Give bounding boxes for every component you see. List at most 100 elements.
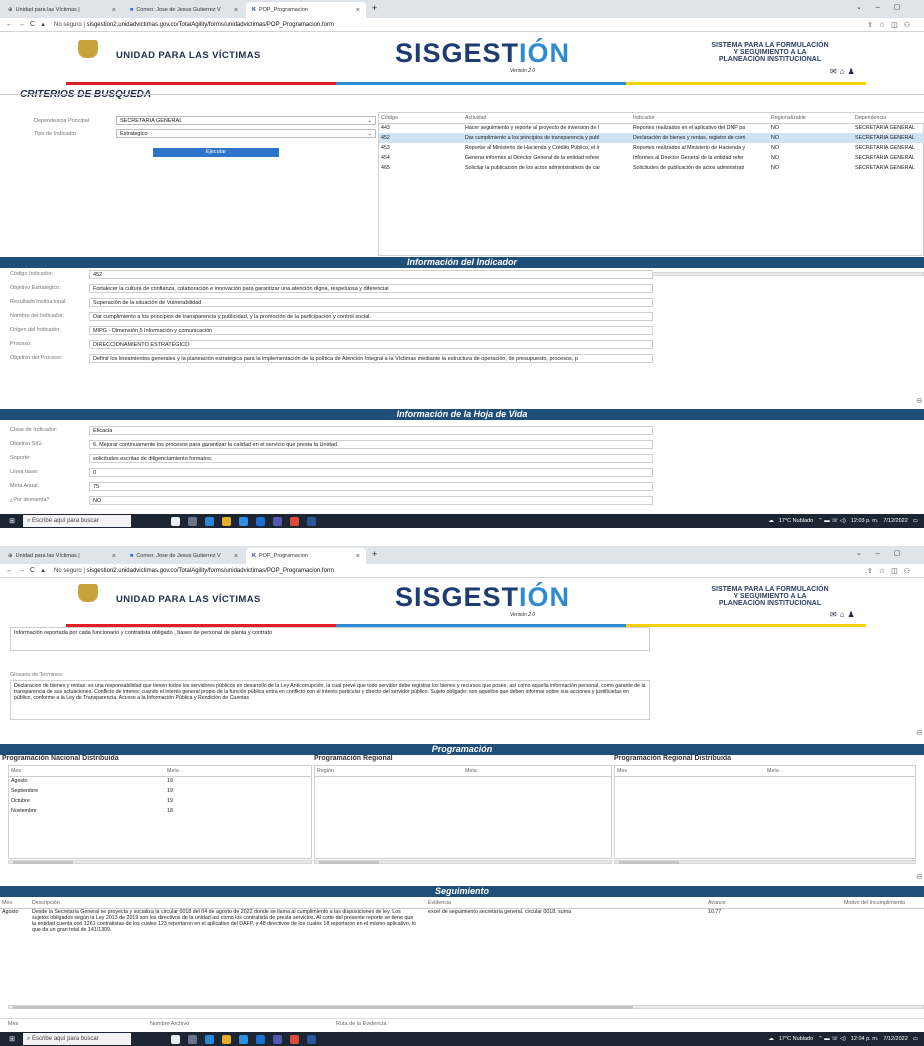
nacional-table: Mes Meta Agosto 19 Septiembre 19 Octubre 19 … — [9, 766, 311, 816]
meta-anual-field: 75 — [89, 482, 653, 491]
chevron-down-icon: ⌄ — [367, 118, 372, 124]
close-icon[interactable]: × — [112, 7, 116, 14]
horizontal-scrollbar[interactable] — [314, 860, 612, 864]
close-icon[interactable]: × — [356, 7, 360, 14]
system-tray[interactable]: ☁ 17°C Nublado ⌃ ▬ ☏ ◁) 12:04 p. m. 7/12/202… — [768, 1036, 918, 1042]
chrome-icon — [290, 1034, 299, 1044]
table-row[interactable]: Octubre 19 — [9, 796, 311, 806]
new-tab-button[interactable]: + — [372, 3, 377, 13]
taskbar-apps[interactable] — [171, 516, 316, 526]
table-row[interactable]: Agosto Desde la Secretaría General se pr… — [0, 908, 924, 933]
codigo-field: 452 — [89, 270, 653, 279]
url-text[interactable]: sisgestion2.unidadvictimas.gov.co/TotalA… — [87, 568, 334, 574]
tab-unidad[interactable]: ⊕ Unidad para las Víctimas | × — [2, 548, 122, 564]
table-row[interactable]: Agosto 19 — [9, 776, 311, 786]
mail-icon — [256, 516, 265, 526]
word-icon — [307, 1034, 316, 1044]
col-header: Regionalizable — [769, 113, 853, 124]
cloud-icon: ☁ — [768, 518, 774, 524]
globe-icon: ⊕ — [8, 7, 13, 13]
expand-icon[interactable]: ⊖ — [916, 396, 923, 405]
proceso-field: DIRECCIONAMIENTO ESTRATEGICO — [89, 340, 653, 349]
new-tab-button[interactable]: + — [372, 549, 377, 559]
k-icon: K — [252, 553, 256, 559]
tab-unidad[interactable]: ⊕ Unidad para las Víctimas | × — [2, 2, 122, 18]
col-header: Código — [379, 113, 463, 124]
dep-select[interactable]: SECRETARIA GENERAL ⌄ — [116, 116, 376, 125]
horizontal-scrollbar[interactable] — [8, 1005, 924, 1009]
edge-icon — [205, 516, 214, 526]
evidence-header: Mes Nombre Archivo Ruta de la Evidencia — [0, 1018, 924, 1028]
browser-actions[interactable]: ⇪☆◫⚇ — [867, 567, 916, 575]
color-bar-yellow — [626, 82, 866, 85]
close-icon[interactable]: × — [356, 553, 360, 560]
store-icon — [239, 1034, 248, 1044]
teams-icon — [273, 516, 282, 526]
table-row[interactable]: Septiembre 19 — [9, 786, 311, 796]
table-row-selected[interactable]: 452 Dar cumplimiento a los principios de … — [379, 133, 924, 143]
col-header: Dependencia — [853, 113, 924, 124]
expand-icon[interactable]: ⊖ — [916, 728, 923, 737]
resultado-field: Superación de la situación de Vulnerabil… — [89, 298, 653, 307]
windows-icon[interactable]: ⊞ — [7, 1035, 17, 1043]
header-icons[interactable]: ✉⌂♟ — [830, 67, 858, 76]
tab-correo[interactable]: ■ Correo: Jose de Jesus Gutierrez V × — [124, 2, 244, 18]
color-bar-blue — [336, 82, 626, 85]
close-icon[interactable]: × — [234, 7, 238, 14]
ejecutar-button[interactable]: Ejecutar — [153, 148, 279, 157]
table-row[interactable]: 443 Hacer seguimiento y reporte al proyec… — [379, 123, 924, 133]
cortana-icon — [171, 1034, 180, 1044]
horizontal-scrollbar[interactable] — [614, 860, 916, 864]
windows-icon[interactable]: ⊞ — [7, 517, 17, 525]
taskview-icon — [188, 516, 197, 526]
clase-field: Eficacia — [89, 426, 653, 435]
regional-panel: Región Meta — [314, 765, 612, 859]
table-row[interactable]: 454 Generar informes al Director General … — [379, 153, 924, 163]
expand-icon[interactable]: ⊖ — [916, 872, 923, 881]
warning-icon: ▲ — [40, 21, 47, 28]
dep-label: Dependencia Principal — [34, 118, 90, 124]
cloud-icon: ☁ — [768, 1036, 774, 1042]
tipo-select[interactable]: Estrategico ⌄ — [116, 129, 376, 138]
app-header: UNIDAD PARA LAS VÍCTIMAS SISGESTIÓN Vers… — [0, 32, 924, 80]
table-row[interactable]: 465 Solicitar la publicación de los actos… — [379, 163, 924, 173]
address-bar[interactable]: ←→C ▲ No seguro | sisgestion2.unidadvict… — [0, 18, 924, 32]
app-header-2: UNIDAD PARA LAS VÍCTIMAS SISGESTIÓN Vers… — [0, 578, 924, 626]
brand-logo: SISGESTIÓN — [395, 582, 571, 612]
home-icon: ⌂ — [839, 67, 848, 76]
nav-icons[interactable]: ←→C — [6, 21, 40, 28]
nav-icons[interactable]: ←→C — [6, 567, 40, 574]
hoja-vida-title: Información de la Hoja de Vida — [0, 409, 924, 420]
regional-distribuida-table: Mes Meta — [615, 766, 915, 777]
window-controls[interactable]: ⌄–▢ — [856, 549, 914, 557]
browser-tabstrip: ⊕ Unidad para las Víctimas | × ■ Correo: Jo… — [0, 0, 924, 18]
close-icon[interactable]: × — [112, 553, 116, 560]
tab-pop-programacion[interactable]: K POP_Programacion × — [246, 548, 366, 564]
taskbar-apps[interactable] — [171, 1034, 316, 1044]
table-row[interactable]: 453 Reportar al Ministerio de Hacienda y … — [379, 143, 924, 153]
table-row[interactable]: Noviembre 18 — [9, 806, 311, 816]
tab-correo[interactable]: ■ Correo: Jose de Jesus Gutierrez V × — [124, 548, 244, 564]
system-tray[interactable]: ☁ 17°C Nublado ⌃ ▬ ☏ ◁) 12:03 p. m. 7/12/202… — [768, 518, 918, 524]
home-icon: ⌂ — [839, 610, 848, 619]
taskbar-search[interactable]: ⌕ Escribe aquí para buscar — [23, 1033, 131, 1045]
glosario-field: Declaracion de bienes y rentas: es una r… — [10, 680, 650, 720]
info-reportada-field: Información reportada por cada funcionar… — [10, 627, 650, 651]
crest-logo — [78, 584, 98, 602]
window-controls[interactable]: ⌄–▢ — [856, 3, 914, 11]
objetivo-sig-field: 6. Mejorar continuamente los procesos pa… — [89, 440, 653, 449]
address-bar-2[interactable]: ←→C ▲ No seguro | sisgestion2.unidadvict… — [0, 564, 924, 578]
close-icon[interactable]: × — [234, 553, 238, 560]
soporte-field: solicitudes escritas de diligenciamiento… — [89, 454, 653, 463]
store-icon — [239, 516, 248, 526]
tab-pop-programacion[interactable]: K POP_Programacion × — [246, 2, 366, 18]
horizontal-scrollbar[interactable] — [8, 860, 312, 864]
glosario-label: Glosario de Terminos: — [10, 672, 64, 678]
header-icons[interactable]: ✉⌂♟ — [830, 610, 858, 619]
url-text[interactable]: sisgestion2.unidadvictimas.gov.co/TotalA… — [87, 22, 334, 28]
browser-actions[interactable]: ⇪☆◫⚇ — [867, 21, 916, 29]
explorer-icon — [222, 1034, 231, 1044]
mail-icon: ✉ — [830, 67, 840, 76]
notification-icon: ▭ — [912, 1036, 918, 1042]
taskbar-search[interactable]: ⌕ Escribe aquí para buscar — [23, 515, 131, 527]
